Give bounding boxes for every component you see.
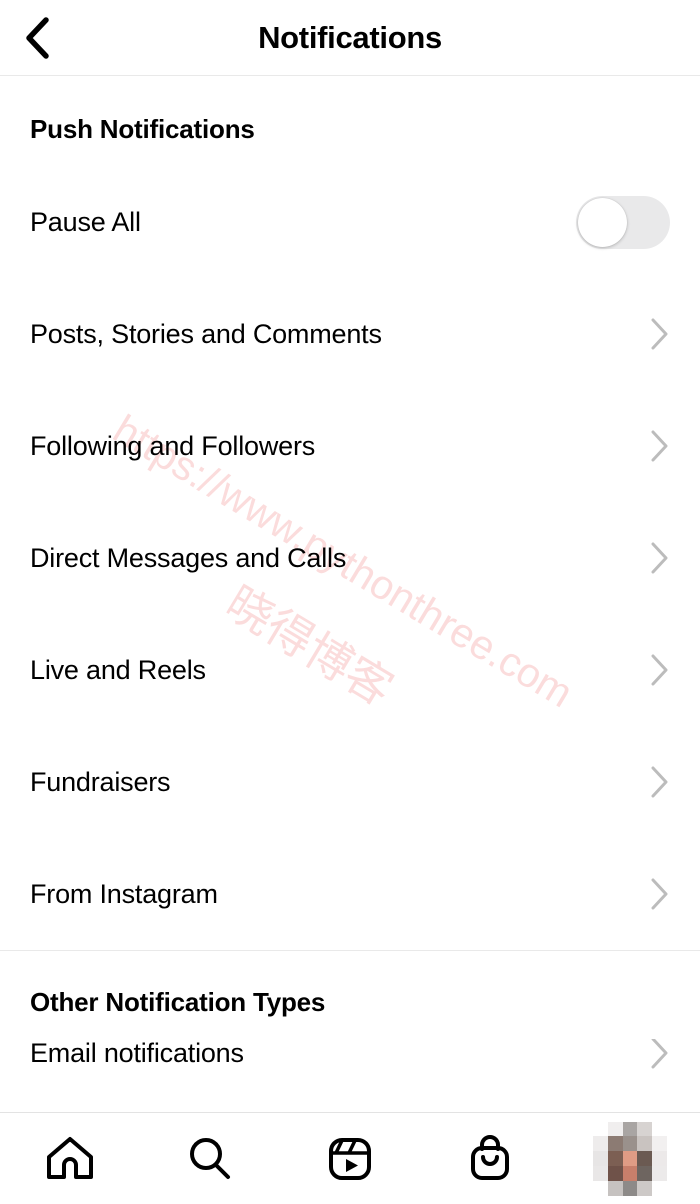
avatar-pixel <box>622 1180 638 1196</box>
notifications-screen: Notifications https://www.pythonthree.co… <box>0 0 700 1204</box>
chevron-right-icon <box>651 1039 668 1069</box>
row-label: From Instagram <box>30 878 218 909</box>
avatar-pixel <box>593 1136 608 1152</box>
row-fundraisers[interactable]: Fundraisers <box>0 726 700 838</box>
avatar-pixel <box>622 1121 638 1137</box>
toggle-knob <box>578 197 627 247</box>
nav-home[interactable] <box>15 1113 125 1204</box>
section-header-push: Push Notifications <box>30 114 255 144</box>
row-direct-messages-and-calls[interactable]: Direct Messages and Calls <box>0 502 700 614</box>
page-title: Notifications <box>258 20 442 55</box>
chevron-right-icon <box>651 878 668 910</box>
avatar-pixel <box>637 1180 653 1196</box>
row-label: Fundraisers <box>30 766 171 797</box>
row-label: Following and Followers <box>30 430 316 461</box>
chevron-right-icon <box>651 766 668 798</box>
reels-icon <box>329 1137 371 1180</box>
pause-all-toggle[interactable] <box>576 195 670 249</box>
row-label: Pause All <box>30 206 141 237</box>
section-header-other: Other Notification Types <box>30 987 326 1017</box>
row-label: Direct Messages and Calls <box>30 542 347 573</box>
avatar-pixel <box>607 1136 623 1152</box>
avatar-pixel <box>593 1151 608 1166</box>
avatar-pixel <box>607 1165 623 1181</box>
avatar-pixel <box>593 1121 608 1137</box>
settings-list: Push Notifications Pause All Posts, Stor… <box>0 76 700 1091</box>
chevron-right-icon <box>651 654 668 686</box>
row-email-notifications[interactable]: Email notifications <box>0 1039 700 1091</box>
nav-search[interactable] <box>155 1113 265 1204</box>
shop-icon <box>471 1134 509 1180</box>
avatar-pixel <box>607 1180 623 1196</box>
avatar-pixel <box>593 1180 608 1196</box>
row-posts-stories-comments[interactable]: Posts, Stories and Comments <box>0 278 700 390</box>
row-live-and-reels[interactable]: Live and Reels <box>0 614 700 726</box>
chevron-right-icon <box>651 542 668 574</box>
avatar-pixel <box>622 1165 638 1181</box>
avatar-pixel <box>637 1165 653 1181</box>
nav-shop[interactable] <box>435 1113 545 1204</box>
home-icon <box>47 1136 93 1179</box>
avatar-pixel <box>607 1151 623 1166</box>
row-label: Email notifications <box>30 1039 244 1068</box>
row-following-and-followers[interactable]: Following and Followers <box>0 390 700 502</box>
bottom-navigation-bar <box>0 1112 700 1204</box>
avatar-pixel <box>607 1121 623 1137</box>
avatar-pixel <box>652 1151 667 1166</box>
nav-reels[interactable] <box>295 1113 405 1204</box>
chevron-right-icon <box>651 318 668 350</box>
avatar-pixel <box>637 1136 653 1152</box>
avatar-pixel <box>652 1121 667 1137</box>
row-pause-all[interactable]: Pause All <box>0 166 700 278</box>
avatar-pixel <box>622 1151 638 1166</box>
search-icon <box>190 1137 230 1179</box>
avatar-pixel <box>652 1136 667 1152</box>
chevron-right-icon <box>651 430 668 462</box>
profile-avatar <box>593 1121 667 1196</box>
row-label: Live and Reels <box>30 654 206 685</box>
avatar-pixel <box>593 1165 608 1181</box>
nav-profile[interactable] <box>575 1113 685 1204</box>
app-header: Notifications <box>0 0 700 76</box>
avatar-pixel <box>637 1151 653 1166</box>
row-from-instagram[interactable]: From Instagram <box>0 838 700 950</box>
clipped-row-area: Email notifications <box>0 1039 700 1091</box>
avatar-pixel <box>652 1180 667 1196</box>
row-label: Posts, Stories and Comments <box>30 318 382 349</box>
avatar-pixel <box>637 1121 653 1137</box>
avatar-pixel <box>622 1136 638 1152</box>
avatar-pixel <box>652 1165 667 1181</box>
